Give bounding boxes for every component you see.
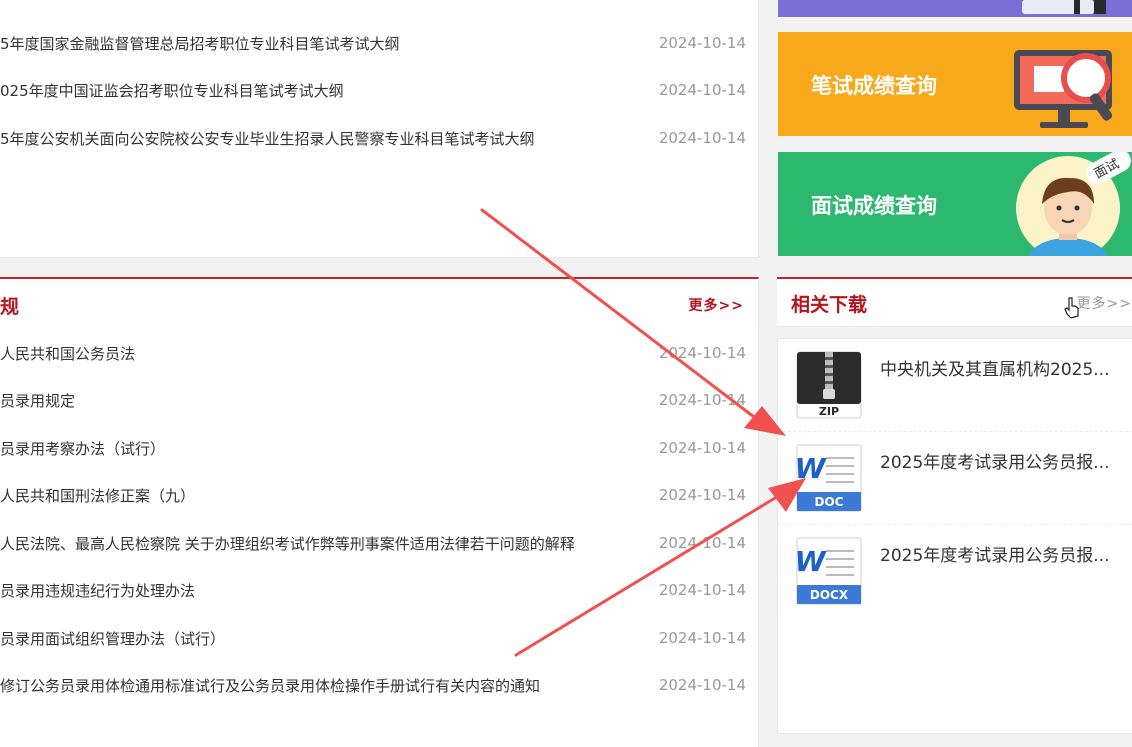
- list-item-title[interactable]: 修订公务员录用体检通用标准试行及公务员录用体检操作手册试行有关内容的通知: [0, 675, 654, 696]
- zip-file-icon: ZIP: [796, 351, 862, 419]
- list-item[interactable]: 025年度中国证监会招考职位专业科目笔试考试大纲 2024-10-14: [0, 75, 746, 105]
- list-item[interactable]: 员录用规定 2024-10-14: [0, 385, 746, 415]
- list-item-title[interactable]: 人民法院、最高人民检察院 关于办理组织考试作弊等刑事案件适用法律若干问题的解释: [0, 533, 654, 554]
- download-name[interactable]: 2025年度考试录用公务员报...: [880, 448, 1120, 473]
- list-item-date: 2024-10-14: [658, 581, 746, 599]
- list-item[interactable]: 员录用考察办法（试行） 2024-10-14: [0, 433, 746, 463]
- list-item-title[interactable]: 5年度公安机关面向公安院校公安专业毕业生招录人民警察专业科目笔试考试大纲: [0, 128, 654, 149]
- exam-outline-list: 5年度国家金融监督管理总局招考职位专业科目笔试考试大纲 2024-10-14 0…: [0, 0, 759, 258]
- list-item[interactable]: 人民共和国公务员法 2024-10-14: [0, 338, 746, 368]
- download-item[interactable]: W DOC 2025年度考试录用公务员报...: [778, 432, 1132, 524]
- list-item[interactable]: 员录用违规违纪行为处理办法 2024-10-14: [0, 575, 746, 605]
- docx-file-icon: W DOCX: [796, 537, 862, 605]
- file-ext-label: DOC: [815, 495, 844, 509]
- downloads-header: 相关下载 更多>>: [777, 277, 1132, 327]
- list-item-title[interactable]: 人民共和国刑法修正案（九）: [0, 485, 654, 506]
- list-item-date: 2024-10-14: [658, 439, 746, 457]
- list-item-date: 2024-10-14: [658, 81, 746, 99]
- list-item-date: 2024-10-14: [658, 391, 746, 409]
- list-item-date: 2024-10-14: [658, 676, 746, 694]
- list-item-date: 2024-10-14: [658, 486, 746, 504]
- svg-text:W: W: [796, 452, 827, 485]
- banner-clipped[interactable]: [778, 0, 1132, 17]
- svg-text:W: W: [796, 545, 827, 578]
- list-item[interactable]: 人民法院、最高人民检察院 关于办理组织考试作弊等刑事案件适用法律若干问题的解释 …: [0, 528, 746, 558]
- list-item-title[interactable]: 人民共和国公务员法: [0, 343, 654, 364]
- right-sidebar: 笔试成绩查询 面试成绩查询 面试 相关下载 更多>> ZIP 中央机关及其直属机…: [777, 0, 1132, 745]
- downloads-list: ZIP 中央机关及其直属机构2025... W DOC 2025年度考试录用公务…: [777, 338, 1132, 734]
- list-item-title[interactable]: 员录用面试组织管理办法（试行）: [0, 628, 654, 649]
- section-title: 相关下载: [791, 294, 868, 316]
- more-link[interactable]: 更多>>: [689, 295, 744, 315]
- download-name[interactable]: 中央机关及其直属机构2025...: [880, 355, 1120, 380]
- clipped-row: [0, 0, 758, 10]
- list-item-date: 2024-10-14: [658, 344, 746, 362]
- section-header: 规 更多>>: [0, 281, 758, 329]
- list-item[interactable]: 5年度国家金融监督管理总局招考职位专业科目笔试考试大纲 2024-10-14: [0, 28, 746, 58]
- illustration-icon: [1022, 0, 1106, 14]
- doc-file-icon: W DOC: [796, 444, 862, 512]
- list-item-date: 2024-10-14: [658, 129, 746, 147]
- laws-section: 规 更多>> 人民共和国公务员法 2024-10-14 员录用规定 2024-1…: [0, 277, 759, 747]
- list-item-date: 2024-10-14: [658, 534, 746, 552]
- file-ext-label: ZIP: [819, 405, 839, 418]
- list-item-title[interactable]: 员录用规定: [0, 390, 654, 411]
- list-item-date: 2024-10-14: [658, 34, 746, 52]
- list-item[interactable]: 修订公务员录用体检通用标准试行及公务员录用体检操作手册试行有关内容的通知 202…: [0, 670, 746, 700]
- more-link[interactable]: 更多>>: [1077, 293, 1132, 313]
- hand-cursor-icon: [1064, 297, 1079, 319]
- section-title: 规: [0, 295, 20, 318]
- list-item[interactable]: 员录用面试组织管理办法（试行） 2024-10-14: [0, 623, 746, 653]
- avatar-icon: [1016, 152, 1131, 256]
- list-item-date: 2024-10-14: [658, 629, 746, 647]
- list-item-title[interactable]: 员录用违规违纪行为处理办法: [0, 580, 654, 601]
- list-item-title[interactable]: 025年度中国证监会招考职位专业科目笔试考试大纲: [0, 80, 654, 101]
- list-item-title[interactable]: 员录用考察办法（试行）: [0, 438, 654, 459]
- written-score-banner[interactable]: 笔试成绩查询: [778, 32, 1132, 136]
- list-item[interactable]: 5年度公安机关面向公安院校公安专业毕业生招录人民警察专业科目笔试考试大纲 202…: [0, 123, 746, 153]
- interview-score-banner[interactable]: 面试成绩查询 面试: [778, 152, 1132, 256]
- list-item-title[interactable]: 5年度国家金融监督管理总局招考职位专业科目笔试考试大纲: [0, 33, 654, 54]
- download-item[interactable]: ZIP 中央机关及其直属机构2025...: [778, 339, 1132, 431]
- download-name[interactable]: 2025年度考试录用公务员报...: [880, 541, 1120, 566]
- computer-magnifier-icon: [1014, 50, 1113, 128]
- file-ext-label: DOCX: [810, 588, 849, 602]
- download-item[interactable]: W DOCX 2025年度考试录用公务员报...: [778, 525, 1132, 617]
- list-item[interactable]: 人民共和国刑法修正案（九） 2024-10-14: [0, 480, 746, 510]
